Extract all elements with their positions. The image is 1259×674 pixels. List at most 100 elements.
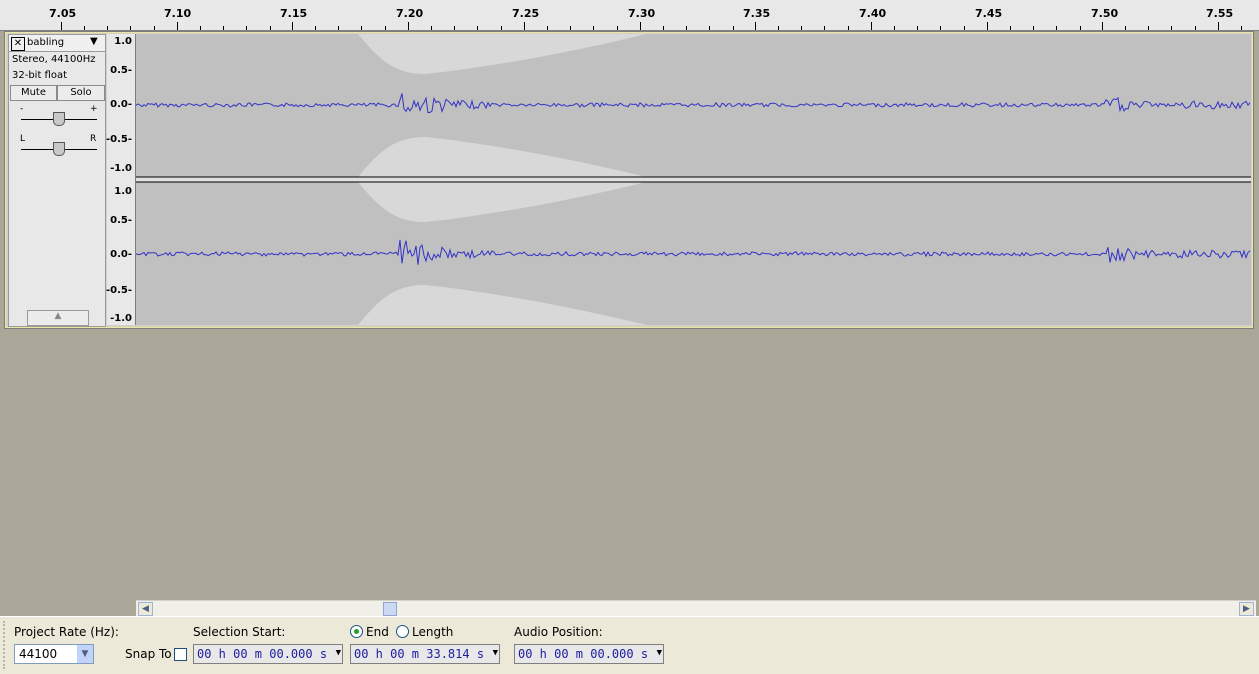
project-rate-label: Project Rate (Hz):	[14, 625, 119, 639]
snap-to-label: Snap To	[125, 647, 172, 661]
ruler-minor-mark	[270, 26, 271, 30]
track-name-menu[interactable]: babling	[27, 37, 64, 48]
project-rate-select[interactable]: 44100 ▼	[14, 644, 94, 664]
channel-separator	[136, 177, 1251, 182]
scale-label: -0.5-	[105, 285, 132, 296]
ruler-tick: 7.25	[512, 7, 540, 20]
length-radio[interactable]	[396, 625, 409, 638]
ruler-major-mark	[177, 22, 178, 30]
ruler-tick: 7.15	[280, 7, 308, 20]
toolbar-grip[interactable]	[3, 621, 9, 669]
mute-button[interactable]: Mute	[10, 85, 57, 101]
gain-minus-label: -	[20, 104, 24, 114]
scroll-left-icon[interactable]: ◀	[138, 602, 153, 616]
ruler-minor-mark	[686, 26, 687, 30]
ruler-minor-mark	[663, 26, 664, 30]
ruler-major-mark	[987, 22, 988, 30]
chevron-down-icon[interactable]: ▼	[657, 648, 662, 658]
selection-end-value: 00 h 00 m 33.814 s	[354, 647, 485, 661]
ruler-minor-mark	[1125, 26, 1126, 30]
ruler-major-mark	[1218, 22, 1219, 30]
ruler-tick: 7.55	[1206, 7, 1234, 20]
ruler-major-mark	[292, 22, 293, 30]
ruler-minor-mark	[361, 26, 362, 30]
selection-end-field[interactable]: 00 h 00 m 33.814 s ▼	[350, 644, 500, 664]
chevron-down-icon[interactable]: ▼	[77, 645, 93, 663]
selection-start-field[interactable]: 00 h 00 m 00.000 s ▼	[193, 644, 343, 664]
ruler-minor-mark	[801, 26, 802, 30]
project-rate-value: 44100	[19, 647, 58, 661]
ruler-minor-mark	[246, 26, 247, 30]
selection-start-value: 00 h 00 m 00.000 s	[197, 647, 328, 661]
ruler-tick: 7.30	[628, 7, 656, 20]
ruler-minor-mark	[477, 26, 478, 30]
track-control-panel: ✕ babling ▼ Stereo, 44100Hz 32-bit float…	[8, 34, 106, 327]
ruler-minor-mark	[130, 26, 131, 30]
ruler-minor-mark	[338, 26, 339, 30]
chevron-down-icon[interactable]: ▼	[336, 648, 341, 658]
audio-position-value: 00 h 00 m 00.000 s	[518, 647, 649, 661]
solo-button[interactable]: Solo	[57, 85, 105, 101]
ruler-minor-mark	[917, 26, 918, 30]
ruler-major-mark	[755, 22, 756, 30]
ruler-minor-mark	[154, 26, 155, 30]
pan-slider-thumb[interactable]	[53, 142, 65, 156]
scale-label: -1.0	[110, 313, 132, 324]
ruler-minor-mark	[778, 26, 779, 30]
ruler-major-mark	[640, 22, 641, 30]
chevron-down-icon[interactable]: ▼	[90, 36, 98, 47]
close-track-icon[interactable]: ✕	[11, 37, 25, 51]
ruler-minor-mark	[1056, 26, 1057, 30]
waveform-display[interactable]	[136, 34, 1251, 325]
scale-label: 0.5-	[110, 215, 132, 226]
ruler-minor-mark	[315, 26, 316, 30]
ruler-minor-mark	[223, 26, 224, 30]
ruler-minor-mark	[1148, 26, 1149, 30]
ruler-minor-mark	[547, 26, 548, 30]
ruler-tick: 7.05	[49, 7, 77, 20]
horizontal-scrollbar[interactable]: ◀ ▶	[136, 600, 1256, 616]
ruler-minor-mark	[1171, 26, 1172, 30]
ruler-tick: 7.50	[1091, 7, 1119, 20]
scale-label: 0.0-	[110, 249, 132, 260]
ruler-major-mark	[61, 22, 62, 30]
ruler-minor-mark	[385, 26, 386, 30]
time-ruler[interactable]: 7.05 7.10 7.15 7.20 7.25 7.30 7.35 7.40 …	[0, 0, 1259, 31]
ruler-minor-mark	[431, 26, 432, 30]
gain-slider-thumb[interactable]	[53, 112, 65, 126]
ruler-minor-mark	[964, 26, 965, 30]
ruler-tick: 7.45	[975, 7, 1003, 20]
scroll-right-icon[interactable]: ▶	[1239, 602, 1254, 616]
audio-position-field[interactable]: 00 h 00 m 00.000 s ▼	[514, 644, 664, 664]
snap-to-checkbox[interactable]	[174, 648, 187, 661]
ruler-tick: 7.40	[859, 7, 887, 20]
pan-left-label: L	[20, 134, 26, 144]
ruler-minor-mark	[824, 26, 825, 30]
ruler-major-mark	[871, 22, 872, 30]
ruler-major-mark	[1102, 22, 1103, 30]
track-bit-depth: 32-bit float	[12, 70, 68, 81]
ruler-major-mark	[524, 22, 525, 30]
scrollbar-thumb[interactable]	[383, 602, 397, 616]
selection-start-label: Selection Start:	[193, 625, 286, 639]
track-format: Stereo, 44100Hz	[12, 54, 96, 65]
pan-right-label: R	[90, 134, 97, 144]
audio-track[interactable]: ✕ babling ▼ Stereo, 44100Hz 32-bit float…	[4, 31, 1254, 329]
ruler-major-mark	[408, 22, 409, 30]
collapse-track-button[interactable]: ▲	[27, 310, 89, 326]
ruler-tick: 7.20	[396, 7, 424, 20]
scale-label: 1.0	[114, 36, 132, 47]
track-header: ✕ babling ▼	[9, 35, 105, 52]
ruler-tick: 7.35	[743, 7, 771, 20]
ruler-minor-mark	[454, 26, 455, 30]
ruler-minor-mark	[200, 26, 201, 30]
ruler-minor-mark	[709, 26, 710, 30]
end-label: End	[366, 625, 389, 639]
scale-label: 0.0-	[110, 99, 132, 110]
ruler-minor-mark	[940, 26, 941, 30]
chevron-down-icon[interactable]: ▼	[493, 648, 498, 658]
scale-label: 0.5-	[110, 65, 132, 76]
ruler-minor-mark	[1033, 26, 1034, 30]
gain-plus-label: +	[90, 104, 98, 114]
end-radio[interactable]	[350, 625, 363, 638]
